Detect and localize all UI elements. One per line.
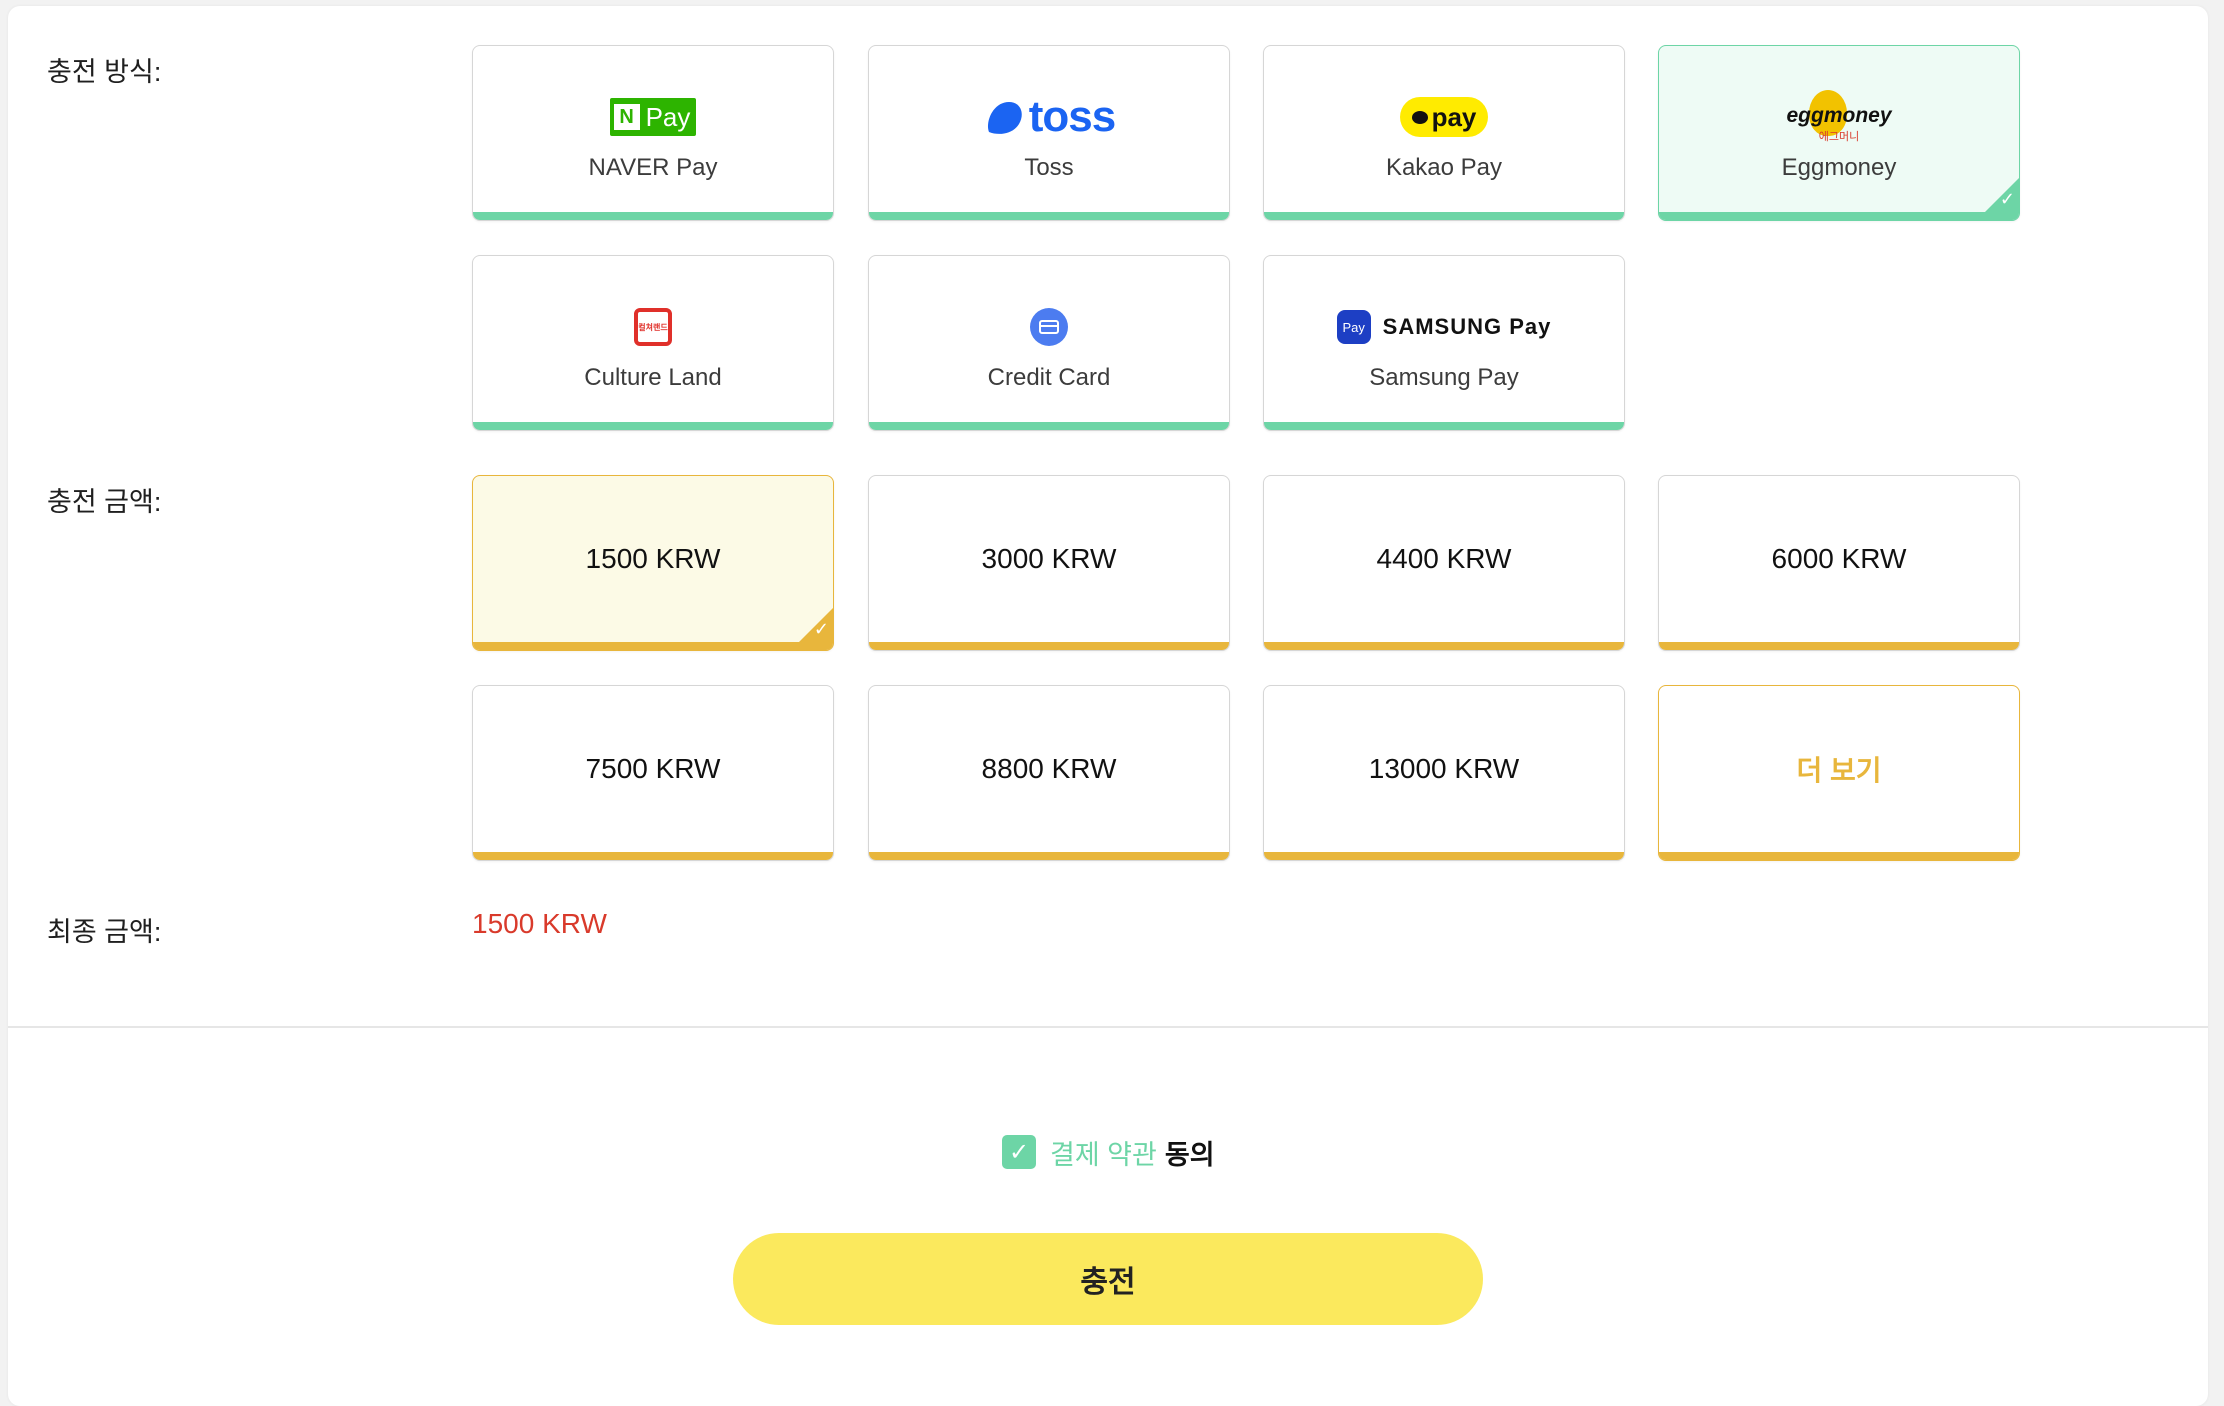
consent-label: 동의 bbox=[1164, 1139, 1215, 1170]
samsung-pay-logo-icon: Pay SAMSUNG Pay bbox=[1264, 306, 1624, 348]
charge-button[interactable]: 충전 bbox=[733, 1233, 1483, 1325]
method-card-credit-card[interactable]: Credit Card bbox=[868, 255, 1230, 431]
method-label: Culture Land bbox=[584, 364, 722, 391]
amount-label: 7500 KRW bbox=[585, 753, 721, 784]
amount-card-1500[interactable]: 1500 KRW ✓ bbox=[472, 475, 834, 651]
amount-card-6000[interactable]: 6000 KRW bbox=[1658, 475, 2020, 651]
terms-link[interactable]: 결제 약관 bbox=[1050, 1133, 1157, 1172]
method-label: Kakao Pay bbox=[1385, 154, 1503, 181]
amount-label: 13000 KRW bbox=[1368, 753, 1520, 784]
final-amount-value: 1500 KRW bbox=[472, 908, 607, 939]
terms-checkbox[interactable]: ✓ bbox=[1002, 1135, 1036, 1169]
terms-agreement: ✓ 결제 약관 동의 bbox=[1002, 1134, 1215, 1170]
amount-card-13000[interactable]: 13000 KRW bbox=[1263, 685, 1625, 861]
method-label: Credit Card bbox=[987, 364, 1111, 391]
method-label: NAVER Pay bbox=[588, 154, 718, 181]
method-card-culture-land[interactable]: 컬쳐랜드 Culture Land bbox=[472, 255, 834, 431]
check-icon: ✓ bbox=[1008, 1138, 1030, 1166]
amount-label: 4400 KRW bbox=[1376, 543, 1512, 574]
amount-card-8800[interactable]: 8800 KRW bbox=[868, 685, 1230, 861]
amount-card-4400[interactable]: 4400 KRW bbox=[1263, 475, 1625, 651]
method-card-kakao-pay[interactable]: pay Kakao Pay bbox=[1263, 45, 1625, 221]
method-label: Samsung Pay bbox=[1369, 364, 1519, 391]
kakao-pay-logo-icon: pay bbox=[1264, 96, 1624, 138]
amount-label: 3000 KRW bbox=[981, 543, 1117, 574]
method-card-toss[interactable]: toss Toss bbox=[868, 45, 1230, 221]
more-label: 더 보기 bbox=[1796, 755, 1882, 786]
amount-label: 1500 KRW bbox=[585, 543, 721, 574]
culture-land-logo-icon: 컬쳐랜드 bbox=[473, 306, 833, 348]
charge-method-label: 충전 방식: bbox=[47, 57, 162, 87]
method-label: Toss bbox=[1024, 154, 1074, 181]
final-amount-label: 최종 금액: bbox=[47, 917, 162, 947]
amount-label: 8800 KRW bbox=[981, 753, 1117, 784]
method-label: Eggmoney bbox=[1781, 154, 1897, 181]
method-card-samsung-pay[interactable]: Pay SAMSUNG Pay Samsung Pay bbox=[1263, 255, 1625, 431]
amount-card-3000[interactable]: 3000 KRW bbox=[868, 475, 1230, 651]
credit-card-icon bbox=[869, 306, 1229, 348]
amount-label: 6000 KRW bbox=[1771, 543, 1907, 574]
charge-amount-label: 충전 금액: bbox=[47, 487, 162, 517]
naver-pay-logo-icon: N Pay bbox=[473, 96, 833, 138]
eggmoney-logo-icon: eggmoney 에그머니 bbox=[1659, 90, 2019, 144]
more-amounts-button[interactable]: 더 보기 bbox=[1658, 685, 2020, 861]
toss-logo-icon: toss bbox=[869, 92, 1229, 141]
section-divider bbox=[8, 1026, 2208, 1028]
amount-card-7500[interactable]: 7500 KRW bbox=[472, 685, 834, 861]
check-icon: ✓ bbox=[813, 619, 829, 639]
method-card-naver-pay[interactable]: N Pay NAVER Pay bbox=[472, 45, 834, 221]
method-card-eggmoney[interactable]: eggmoney 에그머니 Eggmoney ✓ bbox=[1658, 45, 2020, 221]
check-icon: ✓ bbox=[1999, 189, 2015, 209]
